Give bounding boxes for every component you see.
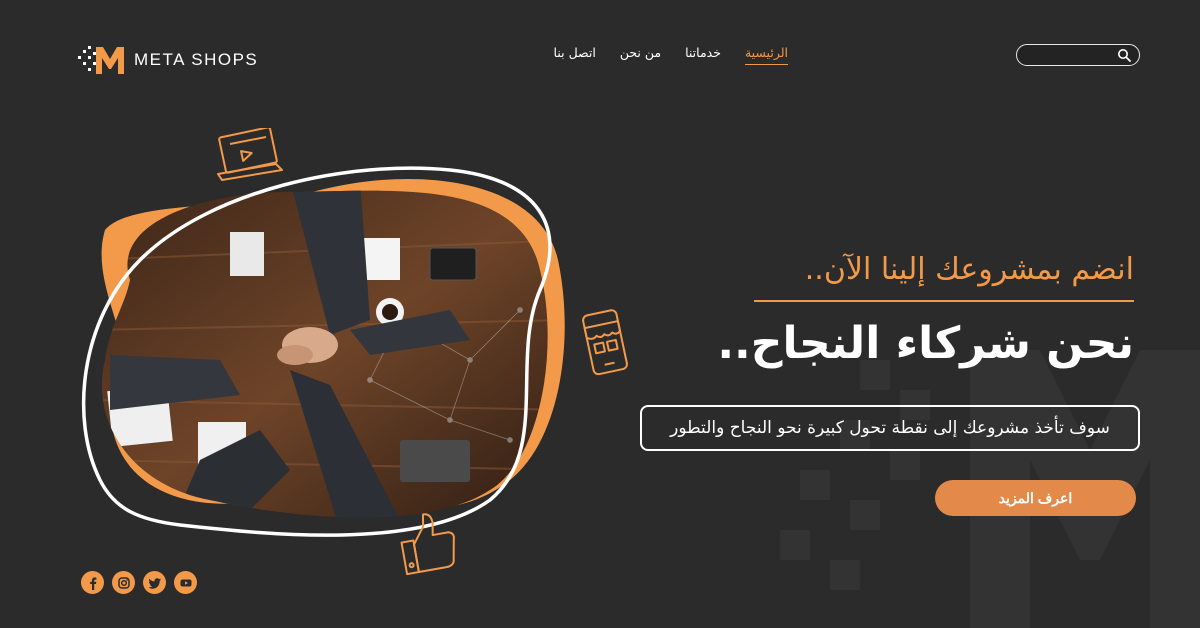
team-meeting-photo (101, 190, 548, 518)
hero-tagline: سوف تأخذ مشروعك إلى نقطة تحول كبيرة نحو … (670, 418, 1110, 438)
nav-home[interactable]: الرئيسية (744, 45, 788, 65)
background-m-watermark (780, 350, 1200, 628)
hero-headline: نحن شركاء النجاح.. (717, 318, 1134, 369)
brand-logo[interactable]: META SHOPS (78, 44, 258, 76)
nav-contact[interactable]: اتصل بنا (554, 45, 596, 65)
search-input[interactable] (1025, 47, 1115, 63)
youtube-icon[interactable] (174, 571, 197, 594)
main-navigation: الرئيسية خدماتنا من نحن اتصل بنا (554, 45, 788, 65)
mobile-shop-icon (582, 309, 628, 376)
headline-divider (754, 300, 1134, 302)
thumbs-up-icon (400, 513, 455, 576)
tagline-box: سوف تأخذ مشروعك إلى نقطة تحول كبيرة نحو … (640, 405, 1140, 451)
twitter-icon[interactable] (143, 571, 166, 594)
instagram-icon[interactable] (112, 571, 135, 594)
hero-subheadline: انضم بمشروعك إلينا الآن.. (804, 252, 1134, 287)
search-bar[interactable] (1016, 44, 1140, 66)
facebook-icon[interactable] (81, 571, 104, 594)
nav-services[interactable]: خدماتنا (685, 45, 721, 65)
nav-about[interactable]: من نحن (620, 45, 661, 65)
social-links (81, 571, 197, 594)
search-icon[interactable] (1117, 48, 1131, 62)
hero-image-blob (81, 166, 565, 537)
learn-more-button[interactable]: اعرف المزيد (935, 480, 1136, 516)
laptop-video-icon (217, 128, 283, 181)
meta-shops-logo-icon (78, 46, 124, 74)
learn-more-label: اعرف المزيد (998, 489, 1073, 506)
brand-name: META SHOPS (134, 50, 259, 69)
